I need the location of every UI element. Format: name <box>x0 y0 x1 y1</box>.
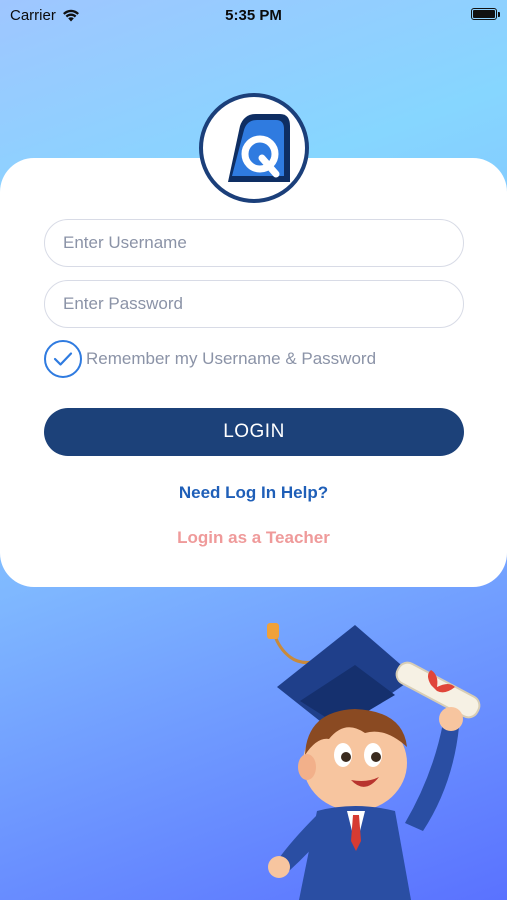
username-input[interactable] <box>44 219 464 267</box>
teacher-login-link[interactable]: Login as a Teacher <box>0 528 507 548</box>
password-input[interactable] <box>44 280 464 328</box>
battery-fill <box>473 10 495 18</box>
graduate-mascot <box>267 623 481 900</box>
app-logo: Q <box>199 93 309 203</box>
checkmark-icon <box>53 352 73 366</box>
login-button[interactable]: LOGIN <box>44 408 464 456</box>
help-link[interactable]: Need Log In Help? <box>0 483 507 503</box>
status-time: 5:35 PM <box>225 6 282 24</box>
app-logo-icon: Q <box>210 104 290 182</box>
remember-label: Remember my Username & Password <box>86 349 377 368</box>
battery-cap <box>498 12 500 17</box>
remember-checkbox[interactable] <box>44 340 82 378</box>
status-bar: Carrier 5:35 PM <box>0 0 507 30</box>
logo-letter: Q <box>210 104 211 105</box>
battery-icon <box>471 8 500 20</box>
remember-row[interactable]: Remember my Username & Password <box>44 340 376 378</box>
